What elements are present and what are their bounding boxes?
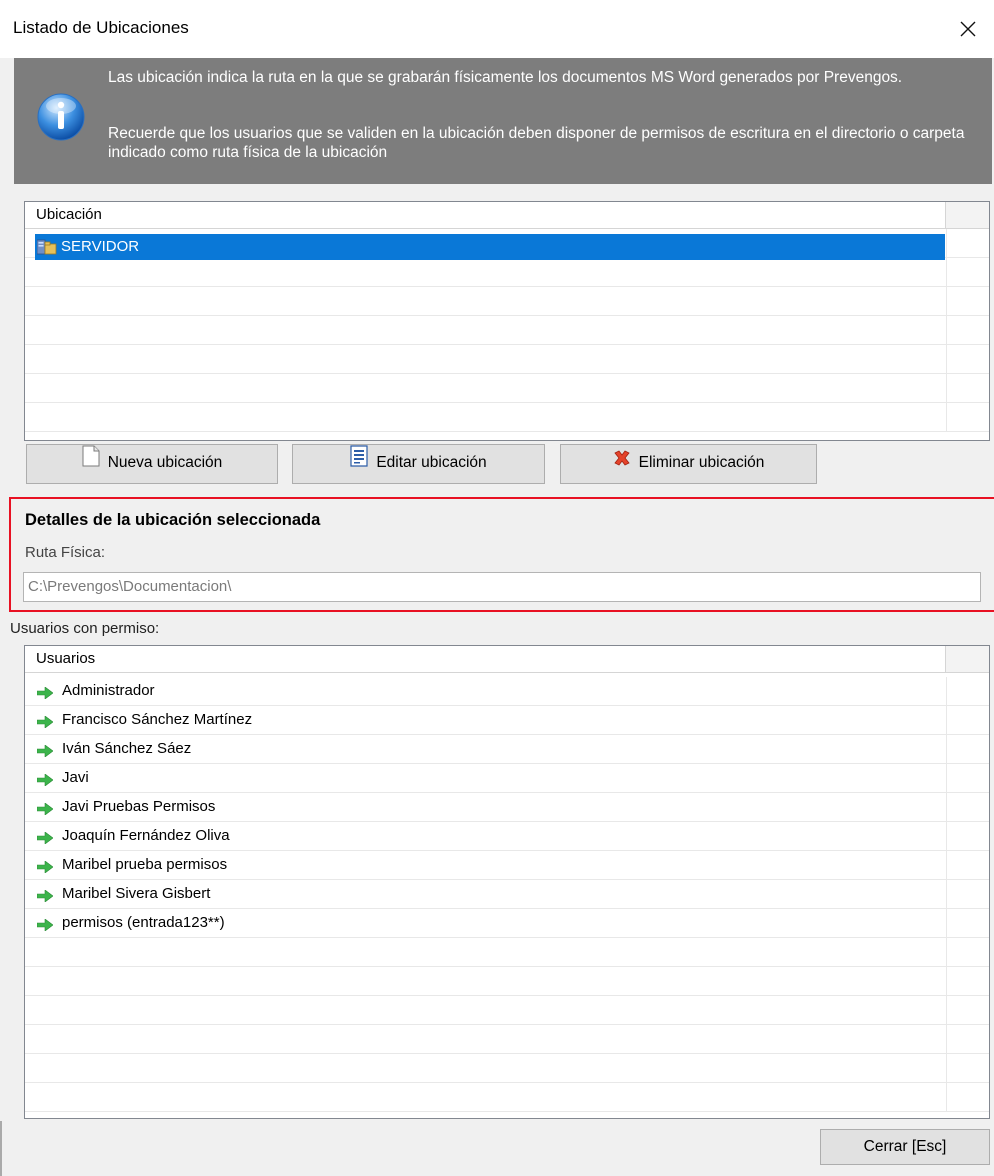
edit-location-label: Editar ubicación bbox=[376, 454, 487, 472]
list-item-empty bbox=[25, 1083, 989, 1112]
edit-location-button[interactable]: Editar ubicación bbox=[292, 444, 545, 484]
green-arrow-icon bbox=[36, 889, 54, 906]
users-list-header: Usuarios bbox=[25, 646, 989, 673]
user-name: Joaquín Fernández Oliva bbox=[62, 827, 230, 844]
delete-location-button[interactable]: Eliminar ubicación bbox=[560, 444, 817, 484]
location-details-panel: Detalles de la ubicación seleccionada Ru… bbox=[9, 497, 994, 612]
close-button[interactable] bbox=[946, 10, 992, 48]
list-item[interactable]: Administrador bbox=[25, 677, 989, 706]
new-location-button[interactable]: Nueva ubicación bbox=[26, 444, 278, 484]
list-item-empty bbox=[25, 1054, 989, 1083]
user-name: Maribel prueba permisos bbox=[62, 856, 228, 873]
list-item-empty bbox=[25, 374, 989, 403]
list-item[interactable]: Francisco Sánchez Martínez bbox=[25, 706, 989, 735]
path-label: Ruta Física: bbox=[25, 544, 106, 561]
user-name: Maribel Sivera Gisbert bbox=[62, 885, 211, 902]
title-bar: Listado de Ubicaciones bbox=[0, 0, 994, 58]
list-item-empty bbox=[25, 938, 989, 967]
list-item-empty bbox=[25, 258, 989, 287]
delete-location-label: Eliminar ubicación bbox=[638, 454, 765, 472]
users-section-label: Usuarios con permiso: bbox=[10, 620, 160, 637]
user-name: Javi bbox=[62, 769, 89, 786]
list-item-empty bbox=[25, 1025, 989, 1054]
new-location-label: Nueva ubicación bbox=[107, 454, 223, 472]
user-name: Francisco Sánchez Martínez bbox=[62, 711, 253, 728]
list-item-empty bbox=[25, 996, 989, 1025]
list-item[interactable]: Iván Sánchez Sáez bbox=[25, 735, 989, 764]
users-list-body: Administrador Francisco Sánchez Martínez I… bbox=[25, 677, 989, 1112]
locations-list[interactable]: Ubicación SERVIDOR bbox=[24, 201, 990, 441]
column-header-ubicacion[interactable]: Ubicación bbox=[25, 202, 946, 228]
users-list[interactable]: Usuarios Administrador Francisco Sánchez … bbox=[24, 645, 990, 1119]
info-text-storage-path: Las ubicación indica la ruta en la que s… bbox=[108, 69, 903, 86]
list-item[interactable]: permisos (entrada123**) bbox=[25, 909, 989, 938]
user-name: Administrador bbox=[62, 682, 155, 699]
green-arrow-icon bbox=[36, 773, 54, 790]
list-item[interactable]: Javi Pruebas Permisos bbox=[25, 793, 989, 822]
list-item-empty bbox=[25, 403, 989, 432]
info-banner: Las ubicación indica la ruta en la que s… bbox=[14, 58, 992, 184]
path-field[interactable]: C:\Prevengos\Documentacion\ bbox=[23, 572, 981, 602]
close-icon bbox=[960, 21, 976, 37]
server-folder-icon bbox=[36, 238, 57, 265]
edit-document-icon bbox=[350, 445, 368, 481]
list-item-empty bbox=[25, 287, 989, 316]
user-name: Javi Pruebas Permisos bbox=[62, 798, 216, 815]
location-label: SERVIDOR bbox=[61, 238, 140, 255]
new-document-icon bbox=[82, 445, 100, 481]
column-header-spacer bbox=[946, 646, 989, 672]
green-arrow-icon bbox=[36, 715, 54, 732]
column-header-usuarios[interactable]: Usuarios bbox=[25, 646, 946, 672]
list-item-empty bbox=[25, 967, 989, 996]
locations-list-header: Ubicación bbox=[25, 202, 989, 229]
info-text-permissions: Recuerde que los usuarios que se validen… bbox=[108, 125, 965, 161]
green-arrow-icon bbox=[36, 686, 54, 703]
location-item-selected[interactable]: SERVIDOR bbox=[35, 234, 945, 260]
list-item-empty bbox=[25, 316, 989, 345]
window-edge bbox=[0, 1121, 2, 1176]
list-item[interactable]: Maribel prueba permisos bbox=[25, 851, 989, 880]
details-title: Detalles de la ubicación seleccionada bbox=[25, 511, 321, 529]
delete-x-icon bbox=[613, 445, 631, 481]
green-arrow-icon bbox=[36, 860, 54, 877]
info-icon bbox=[36, 92, 86, 142]
close-dialog-button[interactable]: Cerrar [Esc] bbox=[820, 1129, 990, 1165]
list-item[interactable]: Joaquín Fernández Oliva bbox=[25, 822, 989, 851]
list-item[interactable]: Javi bbox=[25, 764, 989, 793]
green-arrow-icon bbox=[36, 802, 54, 819]
list-item[interactable]: Maribel Sivera Gisbert bbox=[25, 880, 989, 909]
window-title: Listado de Ubicaciones bbox=[13, 18, 189, 37]
user-name: permisos (entrada123**) bbox=[62, 914, 225, 931]
list-item-empty bbox=[25, 345, 989, 374]
user-name: Iván Sánchez Sáez bbox=[62, 740, 192, 757]
green-arrow-icon bbox=[36, 918, 54, 935]
green-arrow-icon bbox=[36, 831, 54, 848]
green-arrow-icon bbox=[36, 744, 54, 761]
column-header-spacer bbox=[946, 202, 989, 228]
